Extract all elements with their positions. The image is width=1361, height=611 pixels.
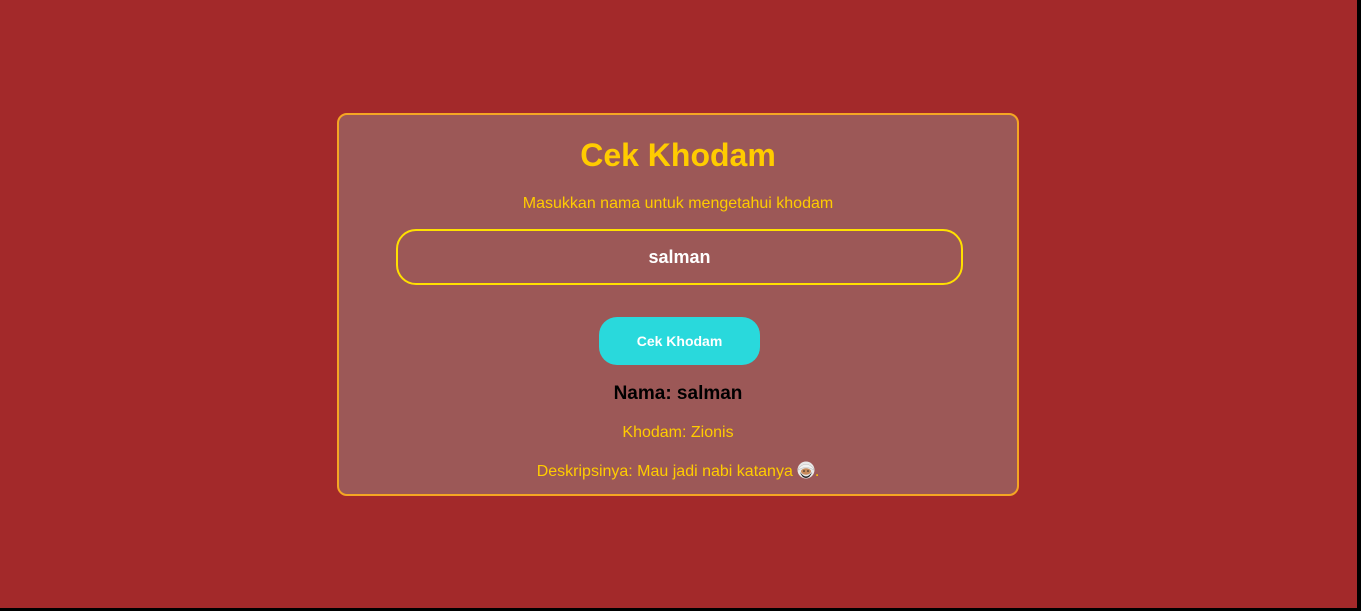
check-khodam-button[interactable]: Cek Khodam (599, 317, 760, 365)
page-background: Cek Khodam Masukkan nama untuk mengetahu… (0, 0, 1357, 608)
result-khodam: Khodam: Zionis (622, 424, 734, 441)
page-title: Cek Khodam (580, 137, 776, 173)
description-suffix: . (814, 463, 820, 480)
result-name: Nama: salman (613, 383, 743, 404)
bearded-face-emoji-icon (797, 461, 815, 479)
name-input[interactable] (396, 229, 963, 285)
instruction-text: Masukkan nama untuk mengetahui khodam (522, 195, 834, 212)
result-description: Deskripsinya: Mau jadi nabi katanya . (339, 461, 1017, 481)
description-text: Deskripsinya: Mau jadi nabi katanya (536, 463, 793, 480)
khodam-card: Cek Khodam Masukkan nama untuk mengetahu… (337, 113, 1019, 496)
